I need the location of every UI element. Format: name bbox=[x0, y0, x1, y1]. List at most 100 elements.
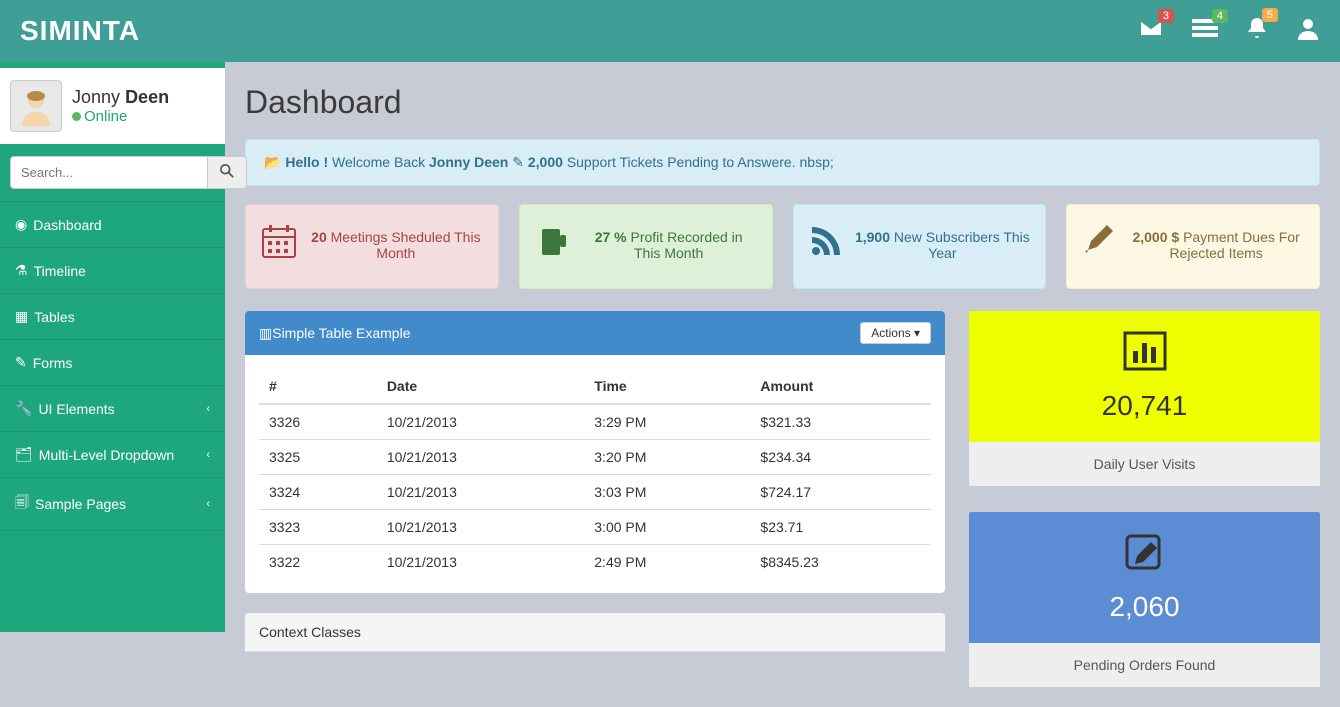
sitemap-icon: 🗂 bbox=[15, 446, 33, 463]
sidebar-menu: ◉ Dashboard ⚗ Timeline ▦ Tables ✎ Forms 🔧 UI … bbox=[0, 201, 225, 531]
table-cell: 10/21/2013 bbox=[377, 440, 584, 475]
sidebar-item-multi[interactable]: 🗂 Multi-Level Dropdown ‹ bbox=[0, 432, 225, 477]
tasks-badge: 4 bbox=[1212, 9, 1228, 23]
table-cell: 2:49 PM bbox=[584, 545, 750, 580]
search-button[interactable] bbox=[208, 156, 247, 189]
table-cell: 3322 bbox=[259, 545, 377, 580]
user-name: Jonny Deen bbox=[72, 87, 169, 108]
main-content: Dashboard 📂 Hello ! Welcome Back Jonny D… bbox=[225, 62, 1340, 707]
table-cell: $8345.23 bbox=[750, 545, 931, 580]
sidebar-item-sample[interactable]: 🗐 Sample Pages ‹ bbox=[0, 478, 225, 530]
sidebar-item-timeline[interactable]: ⚗ Timeline bbox=[0, 248, 225, 293]
table-row: 332210/21/20132:49 PM$8345.23 bbox=[259, 545, 931, 580]
stat-dues: 2,000 $ Payment Dues For Rejected Items bbox=[1066, 204, 1320, 289]
sidebar-item-label: Forms bbox=[33, 355, 73, 371]
sidebar-item-label: Multi-Level Dropdown bbox=[39, 447, 174, 463]
metric-value: 20,741 bbox=[979, 390, 1310, 422]
sidebar: Jonny Deen Online ◉ Dashboard ⚗ Timeline ▦… bbox=[0, 62, 225, 632]
user-icon[interactable] bbox=[1296, 16, 1320, 46]
stat-subs: 1,900 New Subscribers This Year bbox=[793, 204, 1047, 289]
table-cell: 3:00 PM bbox=[584, 510, 750, 545]
sidebar-item-label: Tables bbox=[34, 309, 74, 325]
col-amount: Amount bbox=[750, 369, 931, 404]
panel-title: Context Classes bbox=[259, 624, 361, 640]
sidebar-item-label: Sample Pages bbox=[35, 496, 126, 512]
mail-badge: 3 bbox=[1158, 9, 1174, 23]
context-panel: Context Classes bbox=[245, 613, 945, 652]
sidebar-item-ui[interactable]: 🔧 UI Elements ‹ bbox=[0, 386, 225, 431]
metric-visits: 20,741 Daily User Visits bbox=[969, 311, 1320, 486]
table-cell: 3:03 PM bbox=[584, 475, 750, 510]
sidebar-item-tables[interactable]: ▦ Tables bbox=[0, 294, 225, 339]
table-cell: 3324 bbox=[259, 475, 377, 510]
chevron-left-icon: ‹ bbox=[206, 403, 210, 415]
bell-icon[interactable]: 5 bbox=[1246, 16, 1268, 46]
bell-badge: 5 bbox=[1262, 8, 1278, 22]
panel-title: Simple Table Example bbox=[272, 325, 410, 341]
avatar bbox=[10, 80, 62, 132]
sidebar-item-forms[interactable]: ✎ Forms bbox=[0, 340, 225, 385]
col-time: Time bbox=[584, 369, 750, 404]
data-table: # Date Time Amount 332610/21/20133:29 PM… bbox=[259, 369, 931, 579]
table-row: 332510/21/20133:20 PM$234.34 bbox=[259, 440, 931, 475]
navbar: SIMINTA 3 4 5 bbox=[0, 0, 1340, 62]
metric-value: 2,060 bbox=[979, 591, 1310, 623]
sidebar-item-label: UI Elements bbox=[38, 401, 114, 417]
sidebar-item-dashboard[interactable]: ◉ Dashboard bbox=[0, 202, 225, 247]
metric-orders: 2,060 Pending Orders Found bbox=[969, 512, 1320, 687]
rss-icon bbox=[808, 223, 844, 268]
table-panel: ▥Simple Table Example Actions ▾ # Date T… bbox=[245, 311, 945, 593]
mail-icon[interactable]: 3 bbox=[1138, 17, 1164, 45]
table-cell: 10/21/2013 bbox=[377, 475, 584, 510]
pencil-icon: ✎ bbox=[512, 154, 524, 171]
user-panel: Jonny Deen Online bbox=[0, 68, 225, 144]
table-cell: 10/21/2013 bbox=[377, 404, 584, 440]
caret-down-icon: ▾ bbox=[914, 326, 920, 340]
table-cell: $23.71 bbox=[750, 510, 931, 545]
table-cell: 3326 bbox=[259, 404, 377, 440]
tasks-icon[interactable]: 4 bbox=[1192, 17, 1218, 45]
actions-button[interactable]: Actions ▾ bbox=[860, 322, 931, 344]
col-num: # bbox=[259, 369, 377, 404]
table-cell: 10/21/2013 bbox=[377, 510, 584, 545]
table-icon: ▦ bbox=[15, 308, 28, 325]
col-date: Date bbox=[377, 369, 584, 404]
table-cell: 3:29 PM bbox=[584, 404, 750, 440]
table-cell: 3323 bbox=[259, 510, 377, 545]
bar-chart-icon bbox=[979, 331, 1310, 380]
sidebar-item-label: Dashboard bbox=[33, 217, 102, 233]
brand-link[interactable]: SIMINTA bbox=[20, 15, 140, 47]
bar-chart-icon: ▥ bbox=[259, 325, 272, 342]
table-cell: $321.33 bbox=[750, 404, 931, 440]
metric-label: Pending Orders Found bbox=[969, 643, 1320, 687]
dashboard-icon: ◉ bbox=[15, 216, 27, 233]
beer-icon bbox=[534, 223, 570, 268]
nav-icons: 3 4 5 bbox=[1138, 16, 1320, 46]
table-cell: $234.34 bbox=[750, 440, 931, 475]
page-title: Dashboard bbox=[245, 62, 1320, 139]
edit-icon: ✎ bbox=[15, 354, 27, 371]
table-row: 332410/21/20133:03 PM$724.17 bbox=[259, 475, 931, 510]
table-cell: 10/21/2013 bbox=[377, 545, 584, 580]
table-cell: $724.17 bbox=[750, 475, 931, 510]
sidebar-item-label: Timeline bbox=[34, 263, 86, 279]
chevron-left-icon: ‹ bbox=[206, 449, 210, 461]
search-input[interactable] bbox=[10, 156, 208, 189]
flask-icon: ⚗ bbox=[15, 262, 28, 279]
chevron-left-icon: ‹ bbox=[206, 498, 210, 510]
edit-square-icon bbox=[979, 532, 1310, 581]
table-cell: 3:20 PM bbox=[584, 440, 750, 475]
welcome-alert: 📂 Hello ! Welcome Back Jonny Deen ✎ 2,00… bbox=[245, 139, 1320, 186]
table-cell: 3325 bbox=[259, 440, 377, 475]
pencil-icon bbox=[1081, 223, 1117, 268]
files-icon: 🗐 bbox=[15, 492, 29, 516]
folder-open-icon: 📂 bbox=[264, 154, 281, 171]
table-row: 332310/21/20133:00 PM$23.71 bbox=[259, 510, 931, 545]
user-status: Online bbox=[72, 108, 169, 125]
wrench-icon: 🔧 bbox=[15, 400, 32, 417]
metric-label: Daily User Visits bbox=[969, 442, 1320, 486]
stat-meetings: 20 Meetings Sheduled This Month bbox=[245, 204, 499, 289]
stat-profit: 27 % Profit Recorded in This Month bbox=[519, 204, 773, 289]
table-row: 332610/21/20133:29 PM$321.33 bbox=[259, 404, 931, 440]
calendar-icon bbox=[260, 223, 298, 270]
